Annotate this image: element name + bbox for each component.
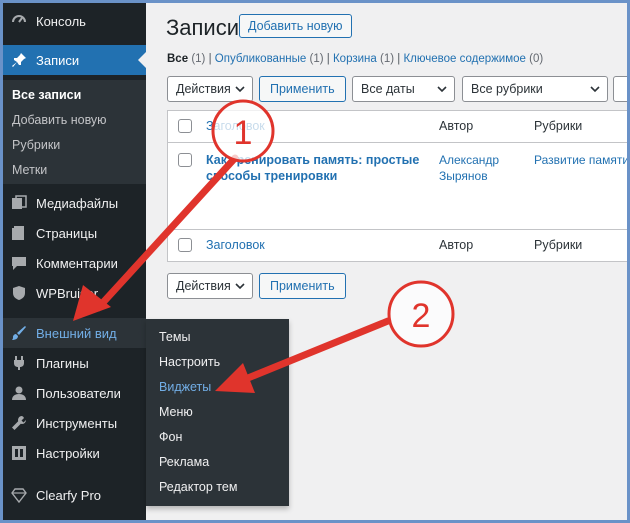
column-title-footer[interactable]: Заголовок	[206, 238, 265, 252]
plugin-icon	[11, 355, 27, 371]
select-all-checkbox[interactable]	[178, 119, 192, 133]
chevron-down-icon	[590, 86, 600, 93]
table-header: Заголовок Автор Рубрики	[168, 111, 627, 143]
select-all-checkbox-bottom[interactable]	[178, 238, 192, 252]
brush-icon	[11, 325, 27, 341]
bulk-actions-select-top[interactable]: Действия	[167, 76, 253, 102]
pin-icon	[11, 52, 27, 68]
shield-icon	[11, 285, 27, 301]
submenu-tags[interactable]: Метки	[12, 163, 47, 177]
chevron-down-icon	[235, 283, 245, 290]
sidebar-item-label: Clearfy Pro	[36, 487, 102, 503]
flyout-menus[interactable]: Меню	[159, 405, 193, 419]
flyout-widgets[interactable]: Виджеты	[159, 380, 211, 394]
sidebar-item-comments[interactable]: Комментарии	[3, 248, 146, 278]
user-icon	[11, 385, 27, 401]
flyout-themes[interactable]: Темы	[159, 330, 190, 344]
sidebar-item-label: Консоль	[36, 13, 86, 29]
sidebar-item-media[interactable]: Медиафайлы	[3, 188, 146, 218]
submenu-all-posts[interactable]: Все записи	[12, 88, 81, 102]
sidebar-item-label: Комментарии	[36, 255, 118, 271]
sidebar-item-appearance[interactable]: Внешний вид	[3, 318, 146, 348]
chevron-down-icon	[235, 86, 245, 93]
row-checkbox[interactable]	[178, 153, 192, 167]
sidebar-item-dashboard[interactable]: Консоль	[3, 6, 146, 36]
table-footer: Заголовок Автор Рубрики	[168, 229, 627, 261]
diamond-icon	[11, 487, 27, 503]
submenu-categories[interactable]: Рубрики	[12, 138, 60, 152]
sidebar-item-label: Внешний вид	[36, 325, 117, 341]
status-filters: Все (1) | Опубликованные (1) | Корзина (…	[167, 53, 544, 65]
date-filter-select[interactable]: Все даты	[352, 76, 455, 102]
flyout-background[interactable]: Фон	[159, 430, 182, 444]
column-title[interactable]: Заголовок	[206, 119, 265, 133]
apply-button-bottom[interactable]: Применить	[259, 273, 346, 299]
appearance-flyout-menu: Темы Настроить Виджеты Меню Фон Реклама …	[146, 319, 289, 506]
sidebar-item-label: Страницы	[36, 225, 98, 241]
column-author-footer: Автор	[439, 238, 474, 252]
sidebar-item-pages[interactable]: Страницы	[3, 218, 146, 248]
sidebar-item-settings[interactable]: Настройки	[3, 438, 146, 468]
sidebar-item-label: Пользователи	[36, 385, 121, 401]
posts-table: Заголовок Автор Рубрики Как тренировать …	[167, 110, 627, 262]
apply-button-top[interactable]: Применить	[259, 76, 346, 102]
sidebar-item-label: Записи	[36, 52, 80, 68]
sidebar-item-posts[interactable]: Записи	[3, 45, 146, 75]
sidebar-item-label: Настройки	[36, 445, 100, 461]
filter-cornerstone[interactable]: Ключевое содержимое	[403, 53, 525, 65]
add-new-button[interactable]: Добавить новую	[239, 14, 352, 38]
comment-icon	[11, 255, 27, 271]
filter-trash[interactable]: Корзина	[333, 53, 377, 65]
filter-all[interactable]: Все	[167, 53, 188, 65]
flyout-ads[interactable]: Реклама	[159, 455, 209, 469]
sidebar-item-clearfy[interactable]: Clearfy Pro	[3, 480, 146, 510]
post-title-link[interactable]: Как тренировать память: простые способы …	[206, 152, 426, 184]
bulk-actions-select-bottom[interactable]: Действия	[167, 273, 253, 299]
page-title: Записи	[166, 15, 240, 40]
settings-icon	[11, 445, 27, 461]
column-categories: Рубрики	[534, 119, 583, 133]
category-filter-select[interactable]: Все рубрики	[462, 76, 608, 102]
sidebar-item-label: Плагины	[36, 355, 89, 371]
filter-published[interactable]: Опубликованные	[215, 53, 307, 65]
sidebar-item-users[interactable]: Пользователи	[3, 378, 146, 408]
sidebar-item-label: WPBruiser	[36, 285, 99, 301]
more-filter-select[interactable]	[613, 76, 627, 102]
column-categories-footer: Рубрики	[534, 238, 583, 252]
chevron-down-icon	[437, 86, 447, 93]
sidebar-item-label: Инструменты	[36, 415, 118, 431]
sidebar-item-tools[interactable]: Инструменты	[3, 408, 146, 438]
post-author-link[interactable]: Александр Зырянов	[439, 152, 529, 184]
flyout-customize[interactable]: Настроить	[159, 355, 220, 369]
flyout-theme-editor[interactable]: Редактор тем	[159, 480, 237, 494]
column-author: Автор	[439, 119, 474, 133]
media-icon	[11, 195, 27, 211]
page-icon	[11, 225, 27, 241]
sidebar-item-wpbruiser[interactable]: WPBruiser	[3, 278, 146, 308]
sidebar-item-plugins[interactable]: Плагины	[3, 348, 146, 378]
admin-sidebar: Консоль Записи Все записи Добавить новую…	[3, 3, 146, 520]
screenshot-frame: Консоль Записи Все записи Добавить новую…	[0, 0, 630, 523]
submenu-add-new[interactable]: Добавить новую	[12, 113, 107, 127]
sidebar-item-label: Медиафайлы	[36, 195, 119, 211]
post-category-link[interactable]: Развитие памяти	[534, 152, 627, 168]
wrench-icon	[11, 415, 27, 431]
dashboard-icon	[11, 13, 27, 29]
posts-submenu: Все записи Добавить новую Рубрики Метки	[3, 80, 146, 184]
